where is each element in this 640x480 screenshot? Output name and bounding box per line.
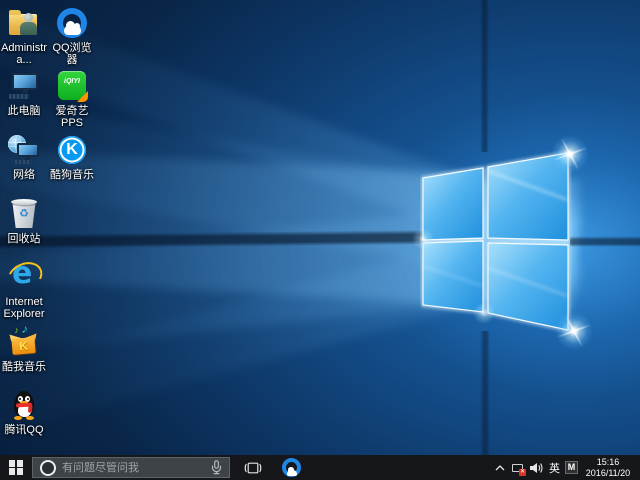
desktop-icon-qq-browser[interactable]: QQ浏览器	[48, 6, 96, 66]
wallpaper-shadow-band	[570, 236, 640, 247]
search-box[interactable]	[32, 457, 230, 478]
taskbar-qq-browser-button[interactable]	[274, 455, 308, 480]
system-tray: ✕ 英 M 15:16 2016/11/20	[491, 455, 640, 480]
cortana-icon	[40, 460, 56, 476]
task-view-button[interactable]	[236, 455, 270, 480]
windows-logo-wallpaper	[420, 148, 576, 334]
start-button[interactable]	[0, 455, 32, 480]
wallpaper-shadow-band	[480, 0, 489, 152]
disconnected-x-badge: ✕	[519, 469, 526, 476]
qq-browser-icon	[55, 6, 89, 40]
wallpaper	[0, 0, 640, 455]
desktop-icon-this-pc[interactable]: 此电脑	[0, 69, 48, 117]
desktop-icon-label: 爱奇艺PPS	[48, 105, 96, 129]
speaker-icon	[530, 462, 544, 474]
windows-logo-icon	[9, 460, 24, 475]
desktop-icon-kuwo-music[interactable]: ♪ ♪ K 酷我音乐	[0, 325, 48, 373]
volume-icon[interactable]	[527, 455, 546, 480]
kugou-icon: K	[55, 133, 89, 167]
show-hidden-icons-button[interactable]	[491, 455, 508, 480]
clock-date: 2016/11/20	[580, 468, 636, 479]
network-icon	[7, 133, 41, 167]
ime-mode-badge[interactable]: M	[563, 455, 580, 480]
internet-explorer-icon: e	[7, 260, 41, 294]
network-status-icon[interactable]: ✕	[508, 455, 527, 480]
desktop-icon-recycle-bin[interactable]: ♻ 回收站	[0, 197, 48, 245]
desktop-icon-kugou-music[interactable]: K 酷狗音乐	[48, 133, 96, 181]
taskbar: ✕ 英 M 15:16 2016/11/20	[0, 455, 640, 480]
desktop-icon-administrator[interactable]: Administra...	[0, 6, 48, 66]
user-folder-icon	[7, 6, 41, 40]
iqiyi-icon: iQIYI	[55, 69, 89, 103]
qq-browser-icon	[282, 458, 301, 477]
desktop-icon-label: 此电脑	[0, 105, 48, 117]
search-input[interactable]	[62, 462, 207, 474]
desktop-icon-iqiyi-pps[interactable]: iQIYI 爱奇艺PPS	[48, 69, 96, 129]
desktop-icon-label: 网络	[0, 169, 48, 181]
wallpaper-shadow-band	[0, 230, 424, 249]
desktop-icon-internet-explorer[interactable]: e Internet Explorer	[0, 260, 48, 320]
computer-icon	[7, 69, 41, 103]
desktop-icon-network[interactable]: 网络	[0, 133, 48, 181]
desktop-icon-label: 酷我音乐	[0, 361, 48, 373]
clock[interactable]: 15:16 2016/11/20	[580, 457, 640, 478]
ime-language-indicator[interactable]: 英	[546, 455, 563, 480]
wallpaper-shadow-band	[480, 331, 490, 455]
microphone-icon[interactable]	[211, 460, 222, 475]
desktop-icon-tencent-qq[interactable]: 腾讯QQ	[0, 388, 48, 436]
desktop-icon-label: Internet Explorer	[0, 296, 48, 320]
clock-time: 15:16	[580, 457, 636, 468]
desktop-icon-label: QQ浏览器	[48, 42, 96, 66]
recycle-bin-icon: ♻	[7, 197, 41, 231]
qq-penguin-icon	[7, 388, 41, 422]
desktop-icon-label: 酷狗音乐	[48, 169, 96, 181]
desktop-icon-label: 回收站	[0, 233, 48, 245]
windows-desktop: Administra... QQ浏览器 此电脑 iQIYI 爱奇艺PPS 网络	[0, 0, 640, 480]
chevron-up-icon	[495, 465, 505, 471]
task-view-icon	[244, 461, 262, 475]
desktop-icon-label: 腾讯QQ	[0, 424, 48, 436]
kuwo-icon: ♪ ♪ K	[7, 325, 41, 359]
desktop-icon-label: Administra...	[0, 42, 48, 66]
